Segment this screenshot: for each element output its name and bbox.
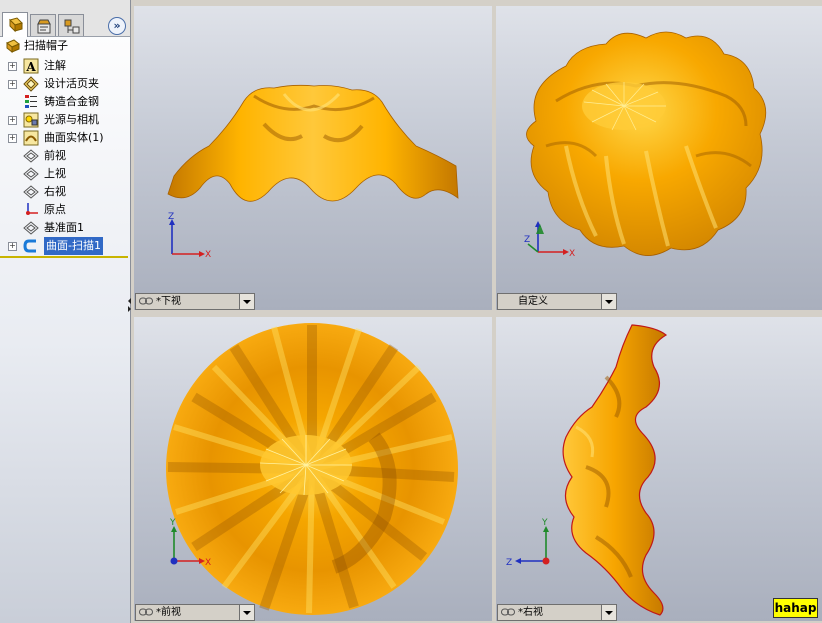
model-graphics bbox=[166, 323, 458, 615]
axis-triad: Y X bbox=[169, 518, 211, 568]
watermark-badge: hahap bbox=[773, 598, 818, 618]
expand-toggle[interactable]: + bbox=[8, 80, 17, 89]
feature-manager-tab[interactable] bbox=[2, 12, 28, 37]
axis-vertical-label: Y bbox=[169, 518, 176, 528]
view-label: *下视 bbox=[156, 296, 181, 307]
tree-item-label: 上视 bbox=[44, 167, 66, 180]
tree-item-surface-bodies[interactable]: + 曲面实体(1) bbox=[0, 129, 130, 147]
tree-item-label: 曲面-扫描1 bbox=[44, 237, 103, 255]
tree-item-material[interactable]: 铸造合金钢 bbox=[0, 93, 130, 111]
model-graphics bbox=[562, 324, 668, 616]
panel-tabs: » bbox=[0, 0, 130, 37]
svg-text:A: A bbox=[25, 60, 36, 74]
plane-icon bbox=[23, 149, 39, 163]
tree-item-label: 注解 bbox=[44, 59, 66, 72]
link-views-icon bbox=[139, 297, 153, 305]
tree-root-part[interactable]: 扫描帽子 bbox=[0, 37, 130, 55]
view-label: *前视 bbox=[156, 607, 181, 618]
part-icon bbox=[6, 39, 20, 54]
tree-root-label: 扫描帽子 bbox=[24, 39, 68, 52]
tree-item-lights-cameras[interactable]: + 光源与相机 bbox=[0, 111, 130, 129]
axis-triad: Y Z bbox=[506, 518, 550, 568]
viewport-bottom-view[interactable]: Z X *下视 bbox=[134, 6, 492, 310]
surface-sweep-icon bbox=[23, 239, 36, 253]
expand-panel-button[interactable]: » bbox=[108, 17, 126, 35]
chevron-down-icon[interactable] bbox=[239, 605, 254, 620]
viewport-custom-view[interactable]: Z X 自定义 bbox=[496, 6, 822, 310]
axis-horizontal-label: X bbox=[205, 558, 211, 568]
axis-vertical-label: Z bbox=[168, 212, 174, 222]
lights-camera-icon bbox=[23, 112, 39, 128]
configuration-manager-tab[interactable] bbox=[58, 14, 84, 36]
tree-item-label: 设计活页夹 bbox=[44, 77, 99, 90]
axis-vertical-label: Y bbox=[541, 518, 548, 528]
expand-toggle[interactable]: + bbox=[8, 134, 17, 143]
expand-toggle[interactable]: + bbox=[8, 242, 17, 251]
annotation-icon: A bbox=[23, 58, 39, 74]
rollback-bar[interactable] bbox=[0, 256, 128, 258]
model-graphics bbox=[167, 84, 459, 202]
chevron-down-icon[interactable] bbox=[601, 294, 616, 309]
axis-vertical-label: Z bbox=[524, 235, 530, 245]
tree-item-top-plane[interactable]: 上视 bbox=[0, 165, 130, 183]
tree-item-design-binder[interactable]: + 设计活页夹 bbox=[0, 75, 130, 93]
view-orientation-select[interactable]: *右视 bbox=[497, 604, 617, 621]
view-label: *右视 bbox=[518, 607, 543, 618]
view-label: 自定义 bbox=[518, 296, 548, 307]
chevron-down-icon[interactable] bbox=[601, 605, 616, 620]
view-orientation-select[interactable]: *下视 bbox=[135, 293, 255, 310]
tree-item-label: 原点 bbox=[44, 203, 66, 216]
feature-manager-icon bbox=[9, 17, 23, 33]
plane-icon bbox=[23, 167, 39, 181]
view-orientation-select[interactable]: 自定义 bbox=[497, 293, 617, 310]
design-binder-icon bbox=[23, 76, 39, 92]
plane-icon bbox=[23, 185, 39, 199]
material-icon bbox=[25, 95, 37, 108]
feature-manager-panel: » 扫描帽子 + A 注解 + 设计活页夹 铸造合金钢 + 光源与相机 + 曲面… bbox=[0, 0, 131, 623]
link-views-icon bbox=[139, 608, 153, 616]
axis-triad: Z X bbox=[524, 221, 575, 259]
link-views-icon bbox=[501, 608, 515, 616]
plane-icon bbox=[23, 221, 39, 235]
viewport-right-view[interactable]: Y Z *右视 bbox=[496, 317, 822, 621]
tree-item-label: 基准面1 bbox=[44, 221, 84, 234]
tree-item-origin[interactable]: 原点 bbox=[0, 201, 130, 219]
surface-bodies-icon bbox=[23, 130, 39, 146]
tree-item-annotations[interactable]: + A 注解 bbox=[0, 57, 130, 75]
axis-triad: Z X bbox=[168, 212, 211, 260]
tree-item-front-plane[interactable]: 前视 bbox=[0, 147, 130, 165]
view-orientation-select[interactable]: *前视 bbox=[135, 604, 255, 621]
property-manager-tab[interactable] bbox=[30, 14, 56, 36]
axis-horizontal-label: X bbox=[569, 249, 575, 259]
tree-item-right-plane[interactable]: 右视 bbox=[0, 183, 130, 201]
expand-toggle[interactable]: + bbox=[8, 62, 17, 71]
axis-horizontal-label: X bbox=[205, 250, 211, 260]
chevron-down-icon[interactable] bbox=[239, 294, 254, 309]
property-manager-icon bbox=[37, 19, 51, 34]
configuration-manager-icon bbox=[64, 19, 80, 34]
tree-item-label: 右视 bbox=[44, 185, 66, 198]
viewport-front-view[interactable]: Y X *前视 bbox=[134, 317, 492, 621]
tree-item-surface-sweep[interactable]: + 曲面-扫描1 bbox=[0, 237, 130, 255]
tree-item-plane1[interactable]: 基准面1 bbox=[0, 219, 130, 237]
expand-toggle[interactable]: + bbox=[8, 116, 17, 125]
tree-item-label: 铸造合金钢 bbox=[44, 95, 99, 108]
tree-item-label: 前视 bbox=[44, 149, 66, 162]
tree-item-label: 光源与相机 bbox=[44, 113, 99, 126]
origin-icon bbox=[26, 203, 38, 215]
axis-horizontal-label: Z bbox=[506, 558, 512, 568]
panel-splitter[interactable] bbox=[128, 296, 132, 320]
tree-item-label: 曲面实体(1) bbox=[44, 131, 104, 144]
